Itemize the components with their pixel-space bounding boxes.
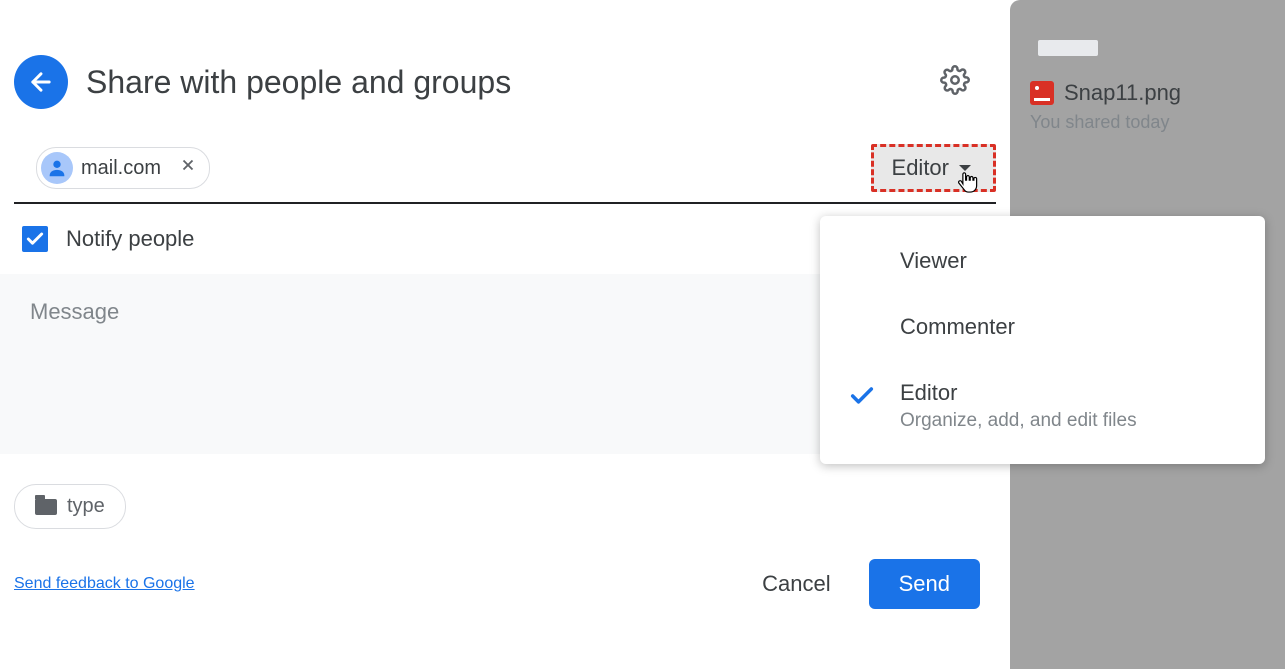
recipient-row: mail.com Editor bbox=[14, 134, 996, 204]
dialog-footer: Send feedback to Google Cancel Send bbox=[0, 529, 1010, 629]
notify-label: Notify people bbox=[66, 226, 194, 252]
back-button[interactable] bbox=[14, 55, 68, 109]
chip-remove-button[interactable] bbox=[175, 156, 201, 180]
gear-icon bbox=[940, 65, 970, 95]
cancel-button[interactable]: Cancel bbox=[744, 559, 848, 609]
check-icon bbox=[25, 229, 45, 249]
recipient-chips: mail.com bbox=[14, 147, 871, 189]
attachment-label: type bbox=[67, 495, 105, 518]
cursor-hand-icon bbox=[956, 169, 978, 201]
chevron-down-icon bbox=[959, 165, 971, 171]
dropdown-item-desc: Organize, add, and edit files bbox=[900, 410, 1235, 432]
recipient-chip[interactable]: mail.com bbox=[36, 147, 210, 189]
attachment-row: type bbox=[0, 454, 1010, 529]
feedback-link[interactable]: Send feedback to Google bbox=[14, 575, 195, 593]
send-button[interactable]: Send bbox=[869, 559, 980, 609]
dialog-title: Share with people and groups bbox=[86, 64, 940, 101]
attachment-chip[interactable]: type bbox=[14, 484, 126, 529]
notify-checkbox[interactable] bbox=[22, 226, 48, 252]
chip-email: mail.com bbox=[81, 157, 161, 180]
role-dropdown-menu: Viewer Commenter Editor Organize, add, a… bbox=[820, 216, 1265, 464]
dropdown-item-viewer[interactable]: Viewer bbox=[820, 228, 1265, 294]
person-icon bbox=[46, 157, 68, 179]
preview-thumb bbox=[1038, 40, 1098, 56]
file-name: Snap11.png bbox=[1064, 80, 1181, 106]
dropdown-item-label: Viewer bbox=[900, 248, 1235, 274]
avatar bbox=[41, 152, 73, 184]
file-info: Snap11.png You shared today bbox=[1030, 80, 1285, 133]
dialog-header: Share with people and groups bbox=[0, 0, 1010, 134]
settings-button[interactable] bbox=[940, 65, 970, 100]
folder-icon bbox=[35, 499, 57, 515]
image-file-icon bbox=[1030, 81, 1054, 105]
role-selected-label: Editor bbox=[892, 155, 949, 181]
arrow-left-icon bbox=[27, 68, 55, 96]
role-dropdown[interactable]: Editor bbox=[871, 144, 996, 192]
close-icon bbox=[179, 156, 197, 174]
dropdown-item-editor[interactable]: Editor Organize, add, and edit files bbox=[820, 360, 1265, 452]
dropdown-item-commenter[interactable]: Commenter bbox=[820, 294, 1265, 360]
dropdown-item-label: Editor bbox=[900, 380, 1235, 406]
dropdown-item-label: Commenter bbox=[900, 314, 1235, 340]
check-icon bbox=[848, 382, 876, 415]
file-status: You shared today bbox=[1030, 112, 1285, 133]
